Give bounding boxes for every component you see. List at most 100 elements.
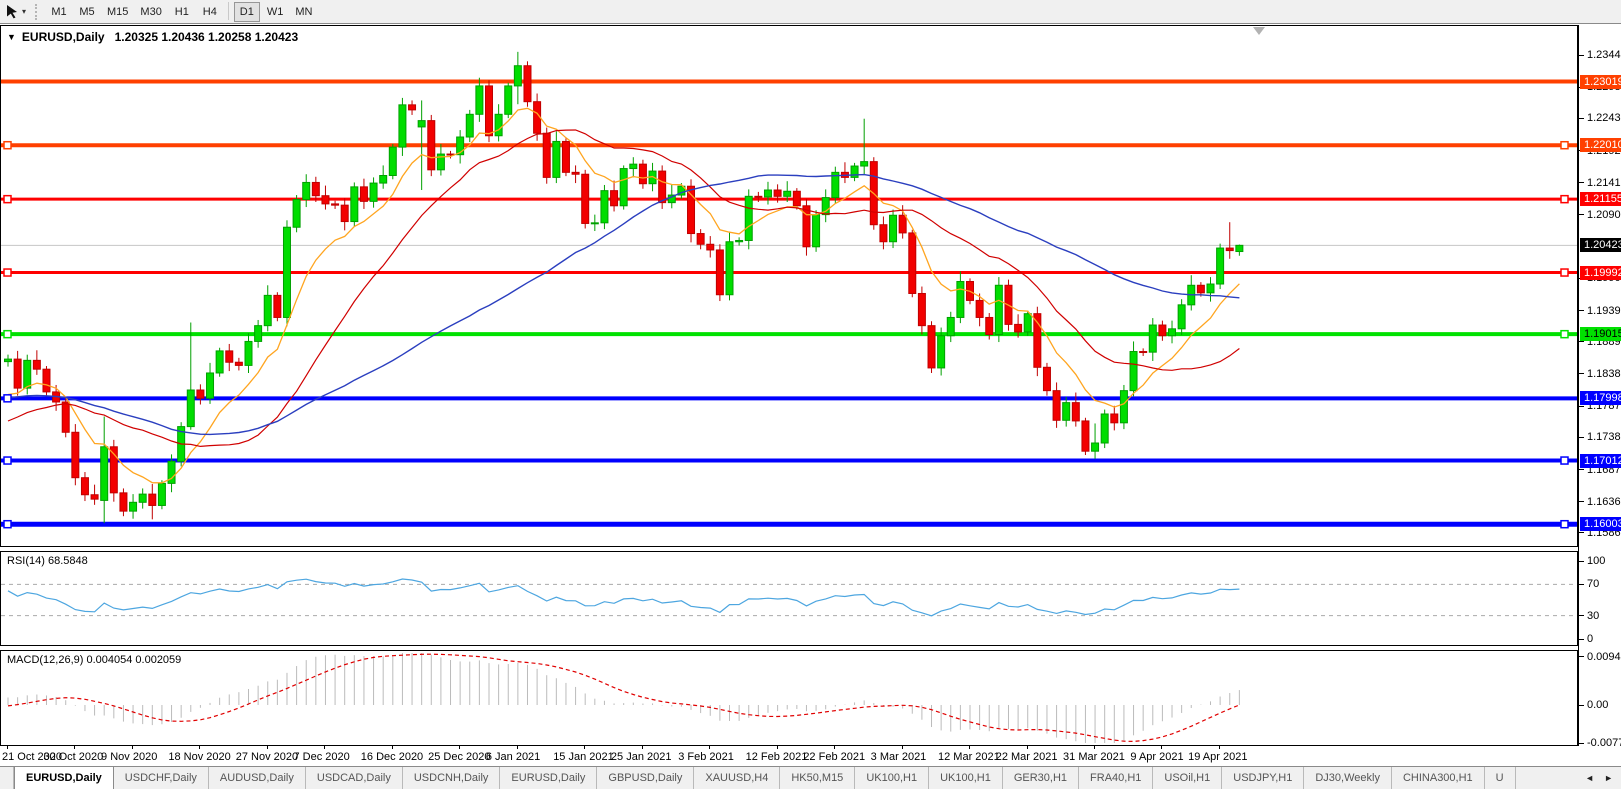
macd-signal-line <box>7 653 1240 743</box>
candle-body <box>715 249 724 296</box>
price-axis-tick <box>1579 341 1584 343</box>
candle-body <box>927 325 936 369</box>
price-chart-panel[interactable]: ▼ EURUSD,Daily 1.20325 1.20436 1.20258 1… <box>0 25 1578 547</box>
candle-body <box>32 359 41 370</box>
chart-tab-usdcnh-daily[interactable]: USDCNH,Daily <box>403 767 501 789</box>
time-axis-label: 6 Jan 2021 <box>485 751 541 763</box>
chart-title: ▼ EURUSD,Daily 1.20325 1.20436 1.20258 1… <box>7 30 298 44</box>
macd-axis-tick <box>1579 704 1584 706</box>
candle-body <box>1119 390 1128 424</box>
candle-body <box>1100 413 1109 444</box>
candle-body <box>889 214 898 243</box>
rsi-panel[interactable]: RSI(14) 68.5848 <box>0 551 1578 646</box>
time-axis-label: 22 Feb 2021 <box>803 751 866 763</box>
time-axis-tick <box>901 746 903 749</box>
timeframe-button-W1[interactable]: W1 <box>262 2 289 22</box>
chevron-down-icon[interactable]: ▾ <box>22 7 26 16</box>
chart-tab-eurusd-daily[interactable]: EURUSD,Daily <box>14 767 114 789</box>
timeframe-button-H4[interactable]: H4 <box>197 2 223 22</box>
level-handle[interactable] <box>3 394 12 403</box>
chart-tab-u[interactable]: U <box>1485 767 1516 789</box>
tab-scroll-left-icon[interactable]: ◄ <box>1580 771 1599 785</box>
candle-body <box>331 203 340 206</box>
price-axis-tick <box>1579 436 1584 438</box>
candle-body <box>908 232 917 294</box>
timeframe-button-MN[interactable]: MN <box>290 2 317 22</box>
level-handle[interactable] <box>3 194 12 204</box>
candle-body <box>1091 442 1100 452</box>
chart-tool-button[interactable]: ▾ <box>0 0 30 23</box>
chart-tab-china300-h1[interactable]: CHINA300,H1 <box>1392 767 1485 789</box>
timeframe-button-M5[interactable]: M5 <box>74 2 100 22</box>
time-axis-tick <box>391 746 393 749</box>
candle-body <box>13 358 22 389</box>
time-axis-label: 30 Oct 2020 <box>43 751 104 763</box>
chart-tab-dj30-weekly[interactable]: DJ30,Weekly <box>1304 767 1392 789</box>
candle-body <box>1062 402 1071 421</box>
chart-tab-usdcad-daily[interactable]: USDCAD,Daily <box>306 767 403 789</box>
candle-body <box>629 163 638 170</box>
candle-body <box>196 389 205 399</box>
candle-body <box>754 195 763 198</box>
level-handle[interactable] <box>1560 268 1569 277</box>
time-axis-tick <box>1161 746 1163 749</box>
chart-tab-hk50-m15[interactable]: HK50,M15 <box>780 767 856 789</box>
candle-body <box>417 120 426 128</box>
time-axis-label: 3 Mar 2021 <box>870 751 927 763</box>
level-handle[interactable] <box>1560 140 1569 150</box>
candle-body <box>398 104 407 148</box>
level-handle[interactable] <box>3 140 12 150</box>
time-axis-label: 7 Dec 2020 <box>293 751 350 763</box>
chart-tab-xauusd-h4[interactable]: XAUUSD,H4 <box>694 767 781 789</box>
rsi-axis-label: 30 <box>1587 609 1600 622</box>
candle-body <box>725 241 734 296</box>
level-handle[interactable] <box>3 268 12 277</box>
time-axis-label: 25 Jan 2021 <box>610 751 672 763</box>
level-handle[interactable] <box>3 519 12 529</box>
chart-tab-uk100-h1[interactable]: UK100,H1 <box>855 767 930 789</box>
candle-body <box>706 243 715 251</box>
chart-tab-fra40-h1[interactable]: FRA40,H1 <box>1079 767 1154 789</box>
chart-tab-gbpusd-daily[interactable]: GBPUSD,Daily <box>597 767 695 789</box>
time-axis-label: 22 Mar 2021 <box>995 751 1058 763</box>
chart-tab-usdchf-daily[interactable]: USDCHF,Daily <box>114 767 209 789</box>
chart-tab-ger30-h1[interactable]: GER30,H1 <box>1003 767 1080 789</box>
time-axis-label: 15 Jan 2021 <box>553 751 614 763</box>
candle-body <box>590 222 599 225</box>
macd-canvas <box>7 653 1240 743</box>
level-handle[interactable] <box>1560 329 1569 339</box>
macd-axis-tick <box>1579 656 1584 658</box>
timeframe-button-M1[interactable]: M1 <box>46 2 72 22</box>
chart-shift-marker-icon[interactable] <box>1253 27 1265 35</box>
level-handle[interactable] <box>3 329 12 339</box>
candle-body <box>350 186 359 223</box>
rsi-canvas <box>1 578 1577 617</box>
timeframe-button-M15[interactable]: M15 <box>102 2 133 22</box>
candle-body <box>860 161 869 167</box>
chart-tab-audusd-daily[interactable]: AUDUSD,Daily <box>209 767 306 789</box>
tab-scroll-right-icon[interactable]: ► <box>1599 771 1618 785</box>
timeframe-button-M30[interactable]: M30 <box>135 2 166 22</box>
time-axis-tick <box>266 746 268 749</box>
timeframe-button-D1[interactable]: D1 <box>233 1 260 22</box>
level-price-badge: 1.16003 <box>1580 517 1621 532</box>
chart-tab-eurusd-daily[interactable]: EURUSD,Daily <box>500 767 598 789</box>
candle-body <box>292 198 301 228</box>
level-handle[interactable] <box>1560 456 1569 465</box>
candle-body <box>1014 323 1023 333</box>
price-chart-canvas[interactable] <box>1 26 1577 546</box>
chart-title-ohlc: 1.20325 1.20436 1.20258 1.20423 <box>114 30 299 44</box>
chart-title-collapse-icon[interactable]: ▼ <box>7 32 16 42</box>
timeframe-button-H1[interactable]: H1 <box>169 2 195 22</box>
candle-body <box>61 401 70 433</box>
level-handle[interactable] <box>3 456 12 465</box>
candle-body <box>542 132 551 178</box>
chart-tab-usdjpy-h1[interactable]: USDJPY,H1 <box>1222 767 1305 789</box>
candle-body <box>465 113 474 138</box>
chart-tab-usoil-h1[interactable]: USOil,H1 <box>1153 767 1223 789</box>
chart-tab-uk100-h1[interactable]: UK100,H1 <box>929 767 1003 789</box>
level-handle[interactable] <box>1560 194 1569 204</box>
level-handle[interactable] <box>1560 519 1569 529</box>
candle-body <box>658 170 667 204</box>
macd-panel[interactable]: MACD(12,26,9) 0.004054 0.002059 <box>0 650 1578 746</box>
